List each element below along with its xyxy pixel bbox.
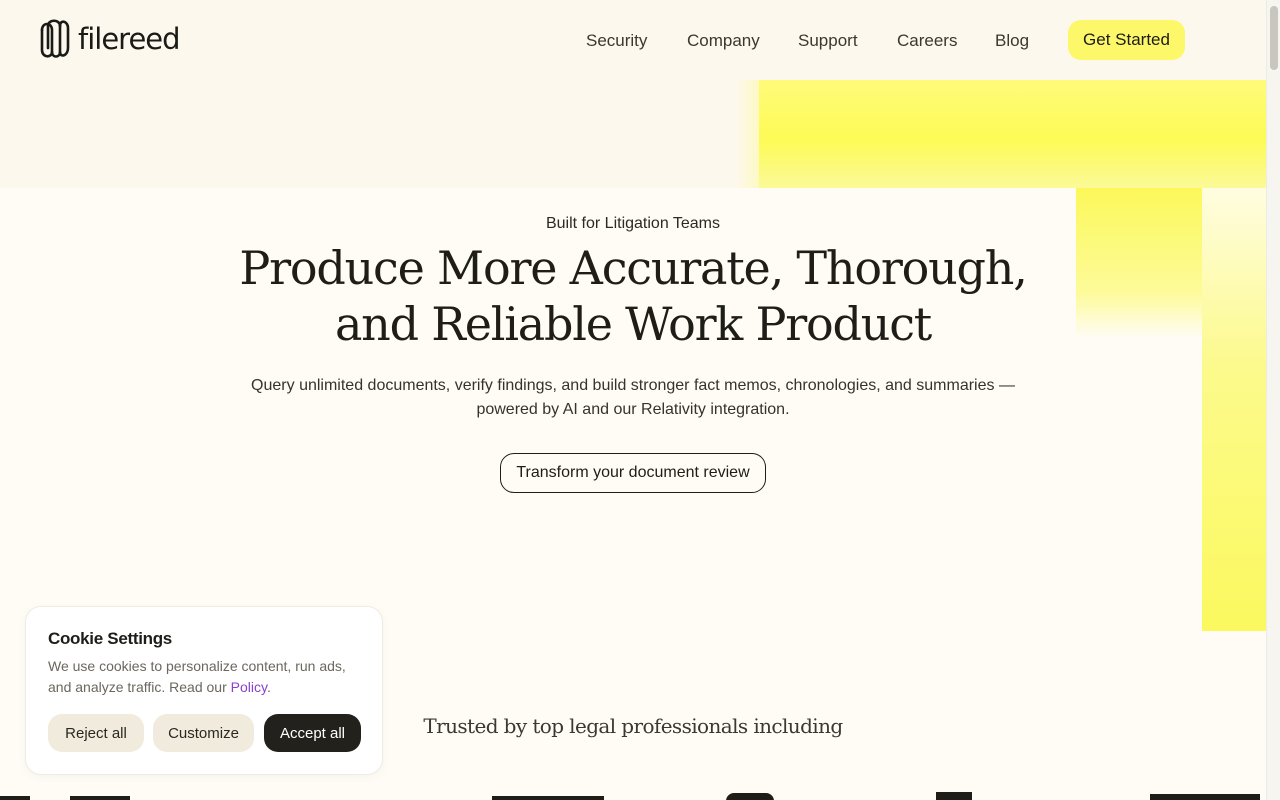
headline-line: Produce More Accurate, Thorough, [239, 241, 1027, 295]
partner-logo [726, 793, 774, 800]
cookie-banner: Cookie Settings We use cookies to person… [25, 606, 383, 775]
scrollbar-thumb[interactable] [1270, 6, 1278, 70]
partner-logo [70, 796, 130, 800]
nav-link-support[interactable]: Support [798, 31, 858, 51]
partner-logo [936, 792, 972, 800]
page-scrollbar[interactable] [1266, 0, 1280, 800]
yellow-accent-block [759, 80, 1266, 188]
hero-eyebrow: Built for Litigation Teams [545, 215, 720, 232]
paperclip-loop-icon [38, 18, 70, 60]
yellow-accent-block [1202, 188, 1266, 631]
reject-all-button[interactable]: Reject all [48, 714, 144, 752]
subhead-line: Query unlimited documents, verify findin… [251, 377, 1015, 394]
partner-logo [0, 796, 30, 800]
cookie-text: We use cookies to personalize content, r… [48, 658, 346, 695]
hero-headline: Produce More Accurate, Thorough, and Rel… [190, 240, 1076, 352]
partner-logo-strip [0, 782, 1266, 800]
nav-link-company[interactable]: Company [687, 31, 760, 51]
cookie-description: We use cookies to personalize content, r… [48, 656, 358, 698]
cookie-policy-link[interactable]: Policy [231, 679, 267, 695]
customize-button[interactable]: Customize [153, 714, 254, 752]
nav-link-careers[interactable]: Careers [897, 31, 957, 51]
partner-logo [1150, 794, 1260, 800]
cookie-text-end: . [266, 679, 271, 695]
brand-wordmark: filereed [78, 22, 181, 56]
headline-line: and Reliable Work Product [334, 297, 932, 351]
get-started-button[interactable]: Get Started [1068, 20, 1185, 60]
nav-link-security[interactable]: Security [586, 31, 647, 51]
partner-logo [492, 796, 604, 800]
brand-logo[interactable]: filereed [38, 18, 181, 60]
nav-link-blog[interactable]: Blog [995, 31, 1029, 51]
transform-review-button[interactable]: Transform your document review [500, 453, 766, 493]
yellow-accent-block [1076, 188, 1202, 338]
site-header: filereed Security Company Support Career… [0, 0, 1266, 80]
subhead-line: powered by AI and our Relativity integra… [476, 401, 790, 418]
hero-subhead: Query unlimited documents, verify findin… [240, 374, 1026, 422]
accept-all-button[interactable]: Accept all [264, 714, 361, 752]
cookie-title: Cookie Settings [48, 629, 172, 648]
